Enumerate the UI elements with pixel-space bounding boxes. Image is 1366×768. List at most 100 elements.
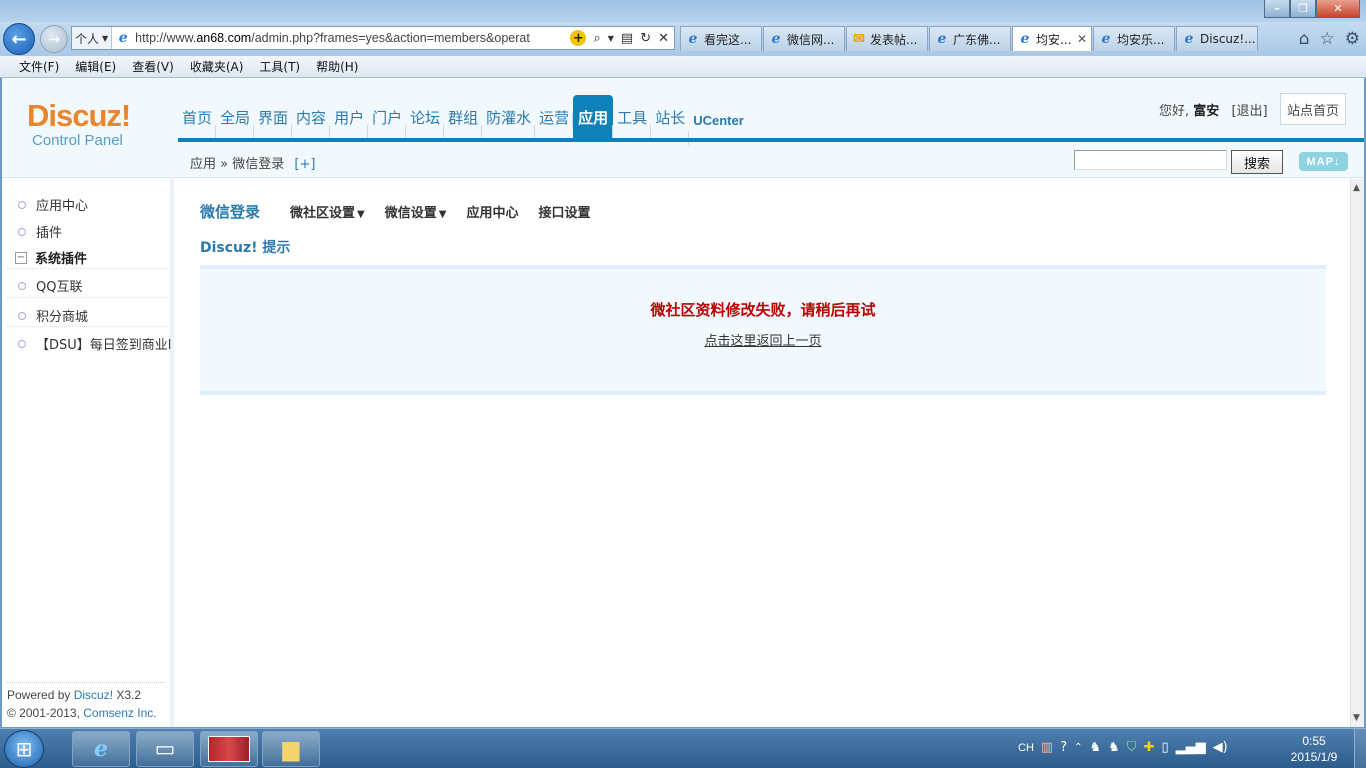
search-icon[interactable]: ⌕ [593, 31, 600, 46]
ie-page-icon: e [1101, 31, 1111, 47]
nav-antispam[interactable]: 防灌水 [481, 107, 535, 139]
security-shield-icon[interactable]: ⛉ [1127, 740, 1137, 755]
subnav-microcommunity-settings[interactable]: 微社区设置 ▼ [290, 202, 365, 221]
stop-icon[interactable]: ✕ [658, 31, 669, 46]
powered-by-label: Powered by [7, 688, 71, 702]
nav-interface[interactable]: 界面 [253, 107, 292, 139]
site-home-button[interactable]: 站点首页 [1280, 93, 1346, 125]
favorites-star-icon[interactable]: ☆ [1320, 29, 1335, 49]
input-language-indicator[interactable]: CH [1018, 742, 1034, 754]
nav-apps-active[interactable]: 应用 [572, 95, 614, 138]
subnav-api-settings[interactable]: 接口设置 [538, 202, 590, 221]
tab-1[interactable]: e 看完这... [680, 26, 762, 51]
network-signal-icon[interactable]: ▂▄▆ [1176, 740, 1206, 755]
scroll-up-icon[interactable]: ▲ [1353, 183, 1360, 193]
menu-view[interactable]: 查看(V) [132, 58, 174, 75]
close-tab-icon[interactable]: ✕ [1077, 32, 1087, 46]
volume-icon[interactable]: ◀) [1213, 740, 1228, 755]
maximize-button[interactable]: ❐ [1290, 0, 1316, 18]
page-viewport: Discuz! Control Panel 首页 全局 界面 内容 用户 门户 … [2, 78, 1364, 727]
tab-2[interactable]: e 微信网... [763, 26, 845, 51]
scroll-down-icon[interactable]: ▼ [1353, 713, 1360, 723]
sidebar-item-plugins[interactable]: 插件 [18, 222, 62, 241]
sidebar-item-app-center[interactable]: 应用中心 [18, 195, 88, 214]
url-text[interactable]: http://www.an68.com/admin.php?frames=yes… [135, 31, 565, 45]
taskbar-explorer-button[interactable]: ▆ [262, 731, 320, 767]
taskbar-ie-button[interactable]: e [72, 731, 130, 767]
search-button[interactable]: 搜索 [1231, 150, 1283, 174]
discuz-link[interactable]: Discuz! [74, 688, 113, 702]
menu-file[interactable]: 文件(F) [19, 58, 59, 75]
system-clock[interactable]: 0:55 2015/1/9 [1286, 733, 1342, 765]
home-icon[interactable]: ⌂ [1299, 29, 1310, 49]
tab-4[interactable]: e 广东佛... [929, 26, 1011, 51]
nav-global[interactable]: 全局 [215, 107, 254, 139]
photo-thumbnail-icon [208, 736, 250, 762]
search-input[interactable] [1074, 150, 1227, 170]
arrow-down-icon: ↓ [1333, 155, 1341, 168]
address-bar[interactable]: 个人 ▼ e http://www.an68.com/admin.php?fra… [71, 26, 675, 50]
subnav-app-center[interactable]: 应用中心 [466, 202, 518, 221]
tab-6[interactable]: e 均安乐... [1093, 26, 1175, 51]
tab-5-active[interactable]: e 均安... ✕ [1012, 26, 1092, 51]
logout-link[interactable]: [退出] [1231, 104, 1267, 119]
back-button[interactable]: ← [3, 23, 35, 55]
sidebar-item-qq-connect[interactable]: QQ互联 [18, 276, 82, 295]
version-label: X3.2 [116, 688, 142, 702]
nav-operations[interactable]: 运营 [534, 107, 573, 139]
nav-content[interactable]: 内容 [291, 107, 330, 139]
add-on-icon[interactable]: + [570, 30, 587, 46]
breadcrumb-root[interactable]: 应用 [190, 157, 216, 172]
plus-icon[interactable]: ✚ [1144, 740, 1155, 755]
nav-portal[interactable]: 门户 [367, 107, 406, 139]
map-button[interactable]: MAP ↓ [1299, 152, 1348, 171]
page-scrollbar[interactable]: ▲ ▼ [1350, 179, 1364, 727]
discuz-logo[interactable]: Discuz! Control Panel [27, 100, 147, 150]
bullet-icon [18, 200, 26, 209]
menu-edit[interactable]: 编辑(E) [75, 58, 116, 75]
close-window-button[interactable]: ✕ [1316, 0, 1360, 18]
nav-tools[interactable]: 工具 [612, 107, 651, 139]
notice-title: Discuz! 提示 [200, 240, 291, 256]
qq-penguin-icon[interactable]: ♞ [1108, 740, 1120, 755]
show-desktop-button[interactable] [1354, 729, 1366, 768]
back-link-text[interactable]: 点击这里返回上一页 [704, 334, 821, 349]
menu-favorites[interactable]: 收藏夹(A) [190, 58, 244, 75]
help-icon[interactable]: ? [1060, 740, 1067, 755]
nav-ucenter[interactable]: UCenter [688, 113, 748, 145]
nav-home[interactable]: 首页 [178, 107, 216, 138]
input-method-icon[interactable]: ▥ [1041, 740, 1053, 755]
tray-expand-icon[interactable]: ⌃ [1074, 742, 1082, 753]
tab-7[interactable]: e Discuz!... [1176, 26, 1258, 51]
url-rest: /admin.php?frames=yes&action=members&ope… [251, 31, 530, 45]
start-button[interactable]: ⊞ [4, 730, 44, 768]
comsenz-link[interactable]: Comsenz Inc. [83, 706, 156, 720]
taskbar-notepad-button[interactable]: ▭ [136, 731, 194, 767]
qq-penguin-icon[interactable]: ♞ [1089, 740, 1101, 755]
compatibility-view-icon[interactable]: ▤ [621, 31, 633, 46]
add-shortcut-link[interactable]: [+] [294, 157, 315, 172]
system-tray: CH ▥ ? ⌃ ♞ ♞ ⛉ ✚ ▯ ▂▄▆ ◀) [1018, 740, 1228, 755]
menu-help[interactable]: 帮助(H) [316, 58, 358, 75]
nav-forum[interactable]: 论坛 [405, 107, 444, 139]
subnav-wechat-settings[interactable]: 微信设置 ▼ [385, 202, 447, 221]
subnav-label: 微社区设置 [290, 206, 356, 221]
dropdown-arrow-icon: ▼ [438, 209, 447, 220]
taskbar-image-button[interactable] [200, 731, 258, 767]
forward-button[interactable]: → [40, 25, 68, 53]
menu-tools[interactable]: 工具(T) [259, 58, 300, 75]
nav-admin[interactable]: 站长 [650, 107, 689, 139]
chevron-down-icon[interactable]: ▼ [608, 34, 614, 43]
device-icon[interactable]: ▯ [1161, 740, 1168, 755]
refresh-icon[interactable]: ↻ [640, 31, 651, 46]
nav-users[interactable]: 用户 [329, 107, 368, 139]
sidebar-group-system-plugins[interactable]: − 系统插件 [15, 248, 87, 267]
tab-3[interactable]: ✉ 发表帖... [846, 26, 928, 51]
sidebar-item-points-shop[interactable]: 积分商城 [18, 306, 88, 325]
nav-groups[interactable]: 群组 [443, 107, 482, 139]
collapse-icon[interactable]: − [15, 251, 27, 264]
sidebar-item-dsu-signin[interactable]: 【DSU】每日签到商业l [18, 334, 171, 353]
gear-icon[interactable]: ⚙ [1345, 29, 1360, 49]
minimize-button[interactable]: – [1264, 0, 1290, 18]
zone-dropdown[interactable]: 个人 ▼ [72, 27, 113, 49]
